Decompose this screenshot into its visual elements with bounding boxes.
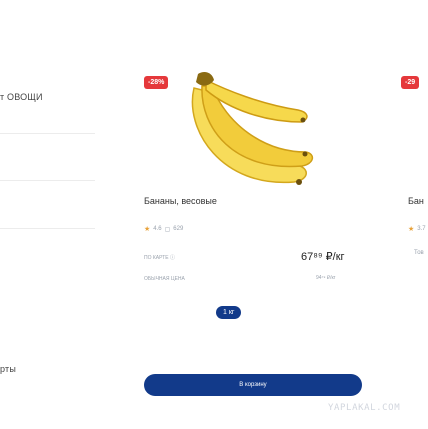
rating-value: 4.6 [153, 226, 162, 232]
star-icon: ★ [144, 226, 151, 233]
sidebar-divider [0, 228, 95, 229]
discount-badge: -28% [144, 76, 169, 89]
discount-badge: -29 [401, 76, 420, 89]
sidebar-item-other[interactable]: рты [0, 364, 16, 374]
comment-icon: ▢ [164, 226, 171, 233]
watermark: YAPLAKAL.COM [328, 403, 401, 413]
card-price-label: ПО КАРТЕ ⓘ [144, 255, 176, 261]
sidebar-item-vegetables[interactable]: т ОВОЩИ [0, 92, 43, 102]
info-icon: ⓘ [170, 255, 176, 261]
sidebar-item-label: рты [0, 364, 16, 374]
product-name[interactable]: Бананы, весовые [144, 196, 217, 206]
sidebar-divider [0, 180, 95, 181]
cart-button-label: В корзину [239, 382, 267, 388]
product-image[interactable] [182, 70, 322, 200]
rating-value: 3.7 [417, 226, 426, 232]
sidebar-item-label: т ОВОЩИ [0, 92, 43, 102]
product-card-next[interactable]: -29 Бан ★ 3.7 Тов [398, 60, 428, 400]
reviews-count: 629 [173, 226, 184, 232]
add-to-cart-button[interactable]: В корзину [144, 374, 362, 396]
regular-price: 94⁷⁹ ₽/кг [316, 275, 336, 281]
banana-icon [191, 72, 314, 185]
product-name[interactable]: Бан [408, 196, 424, 206]
unit-selector-chip[interactable]: 1 кг [216, 306, 242, 319]
star-icon: ★ [408, 226, 415, 233]
sidebar-divider [0, 133, 95, 134]
product-rating: ★ 4.6 ▢ 629 [144, 225, 183, 233]
card-price: 67⁸⁹ ₽/кг [301, 251, 345, 263]
price-label: Тов [414, 250, 424, 256]
product-card[interactable]: -28% Бананы, весовые ★ 4.6 ▢ 629 ПО КАРТ… [120, 60, 380, 400]
regular-price-label: ОБЫЧНАЯ ЦЕНА [144, 276, 185, 282]
product-rating: ★ 3.7 [408, 225, 426, 233]
